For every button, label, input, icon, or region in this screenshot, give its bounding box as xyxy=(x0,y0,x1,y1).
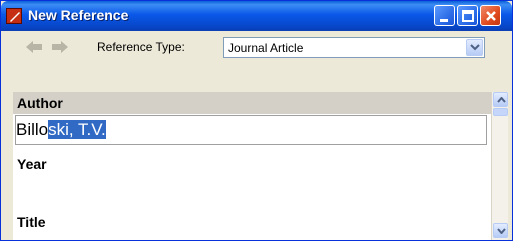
scroll-down-button[interactable] xyxy=(493,223,508,238)
close-button[interactable] xyxy=(480,5,501,26)
author-selected-text: ski, T.V. xyxy=(48,120,106,139)
endnote-app-icon xyxy=(6,8,22,24)
author-text: Billo xyxy=(16,120,49,139)
back-arrow-icon[interactable] xyxy=(25,40,43,54)
author-field[interactable]: Billoski, T.V. xyxy=(15,115,487,145)
scroll-up-button[interactable] xyxy=(493,92,508,107)
reference-fields-panel: Author Billoski, T.V. Year Title xyxy=(13,92,491,240)
new-reference-window: New Reference Reference Type: Journal Ar… xyxy=(0,0,513,241)
reference-type-label: Reference Type: xyxy=(97,40,185,54)
minimize-button[interactable] xyxy=(434,5,455,26)
toolbar: Reference Type: Journal Article xyxy=(1,31,512,87)
forward-arrow-icon[interactable] xyxy=(51,40,69,54)
chevron-up-icon xyxy=(497,97,506,103)
reference-type-select[interactable]: Journal Article xyxy=(223,37,485,58)
author-label: Author xyxy=(17,95,63,111)
reference-type-value: Journal Article xyxy=(228,41,304,55)
year-label: Year xyxy=(17,156,47,172)
window-title: New Reference xyxy=(28,7,129,23)
author-header xyxy=(13,92,491,114)
chevron-down-icon xyxy=(470,44,480,51)
title-bar[interactable]: New Reference xyxy=(1,1,512,31)
scroll-thumb[interactable] xyxy=(493,108,508,116)
title-label: Title xyxy=(17,214,46,230)
vertical-scrollbar[interactable] xyxy=(491,92,508,240)
dropdown-button[interactable] xyxy=(466,39,483,56)
chevron-down-icon xyxy=(497,228,506,234)
year-field[interactable] xyxy=(15,176,487,204)
maximize-button[interactable] xyxy=(457,5,478,26)
